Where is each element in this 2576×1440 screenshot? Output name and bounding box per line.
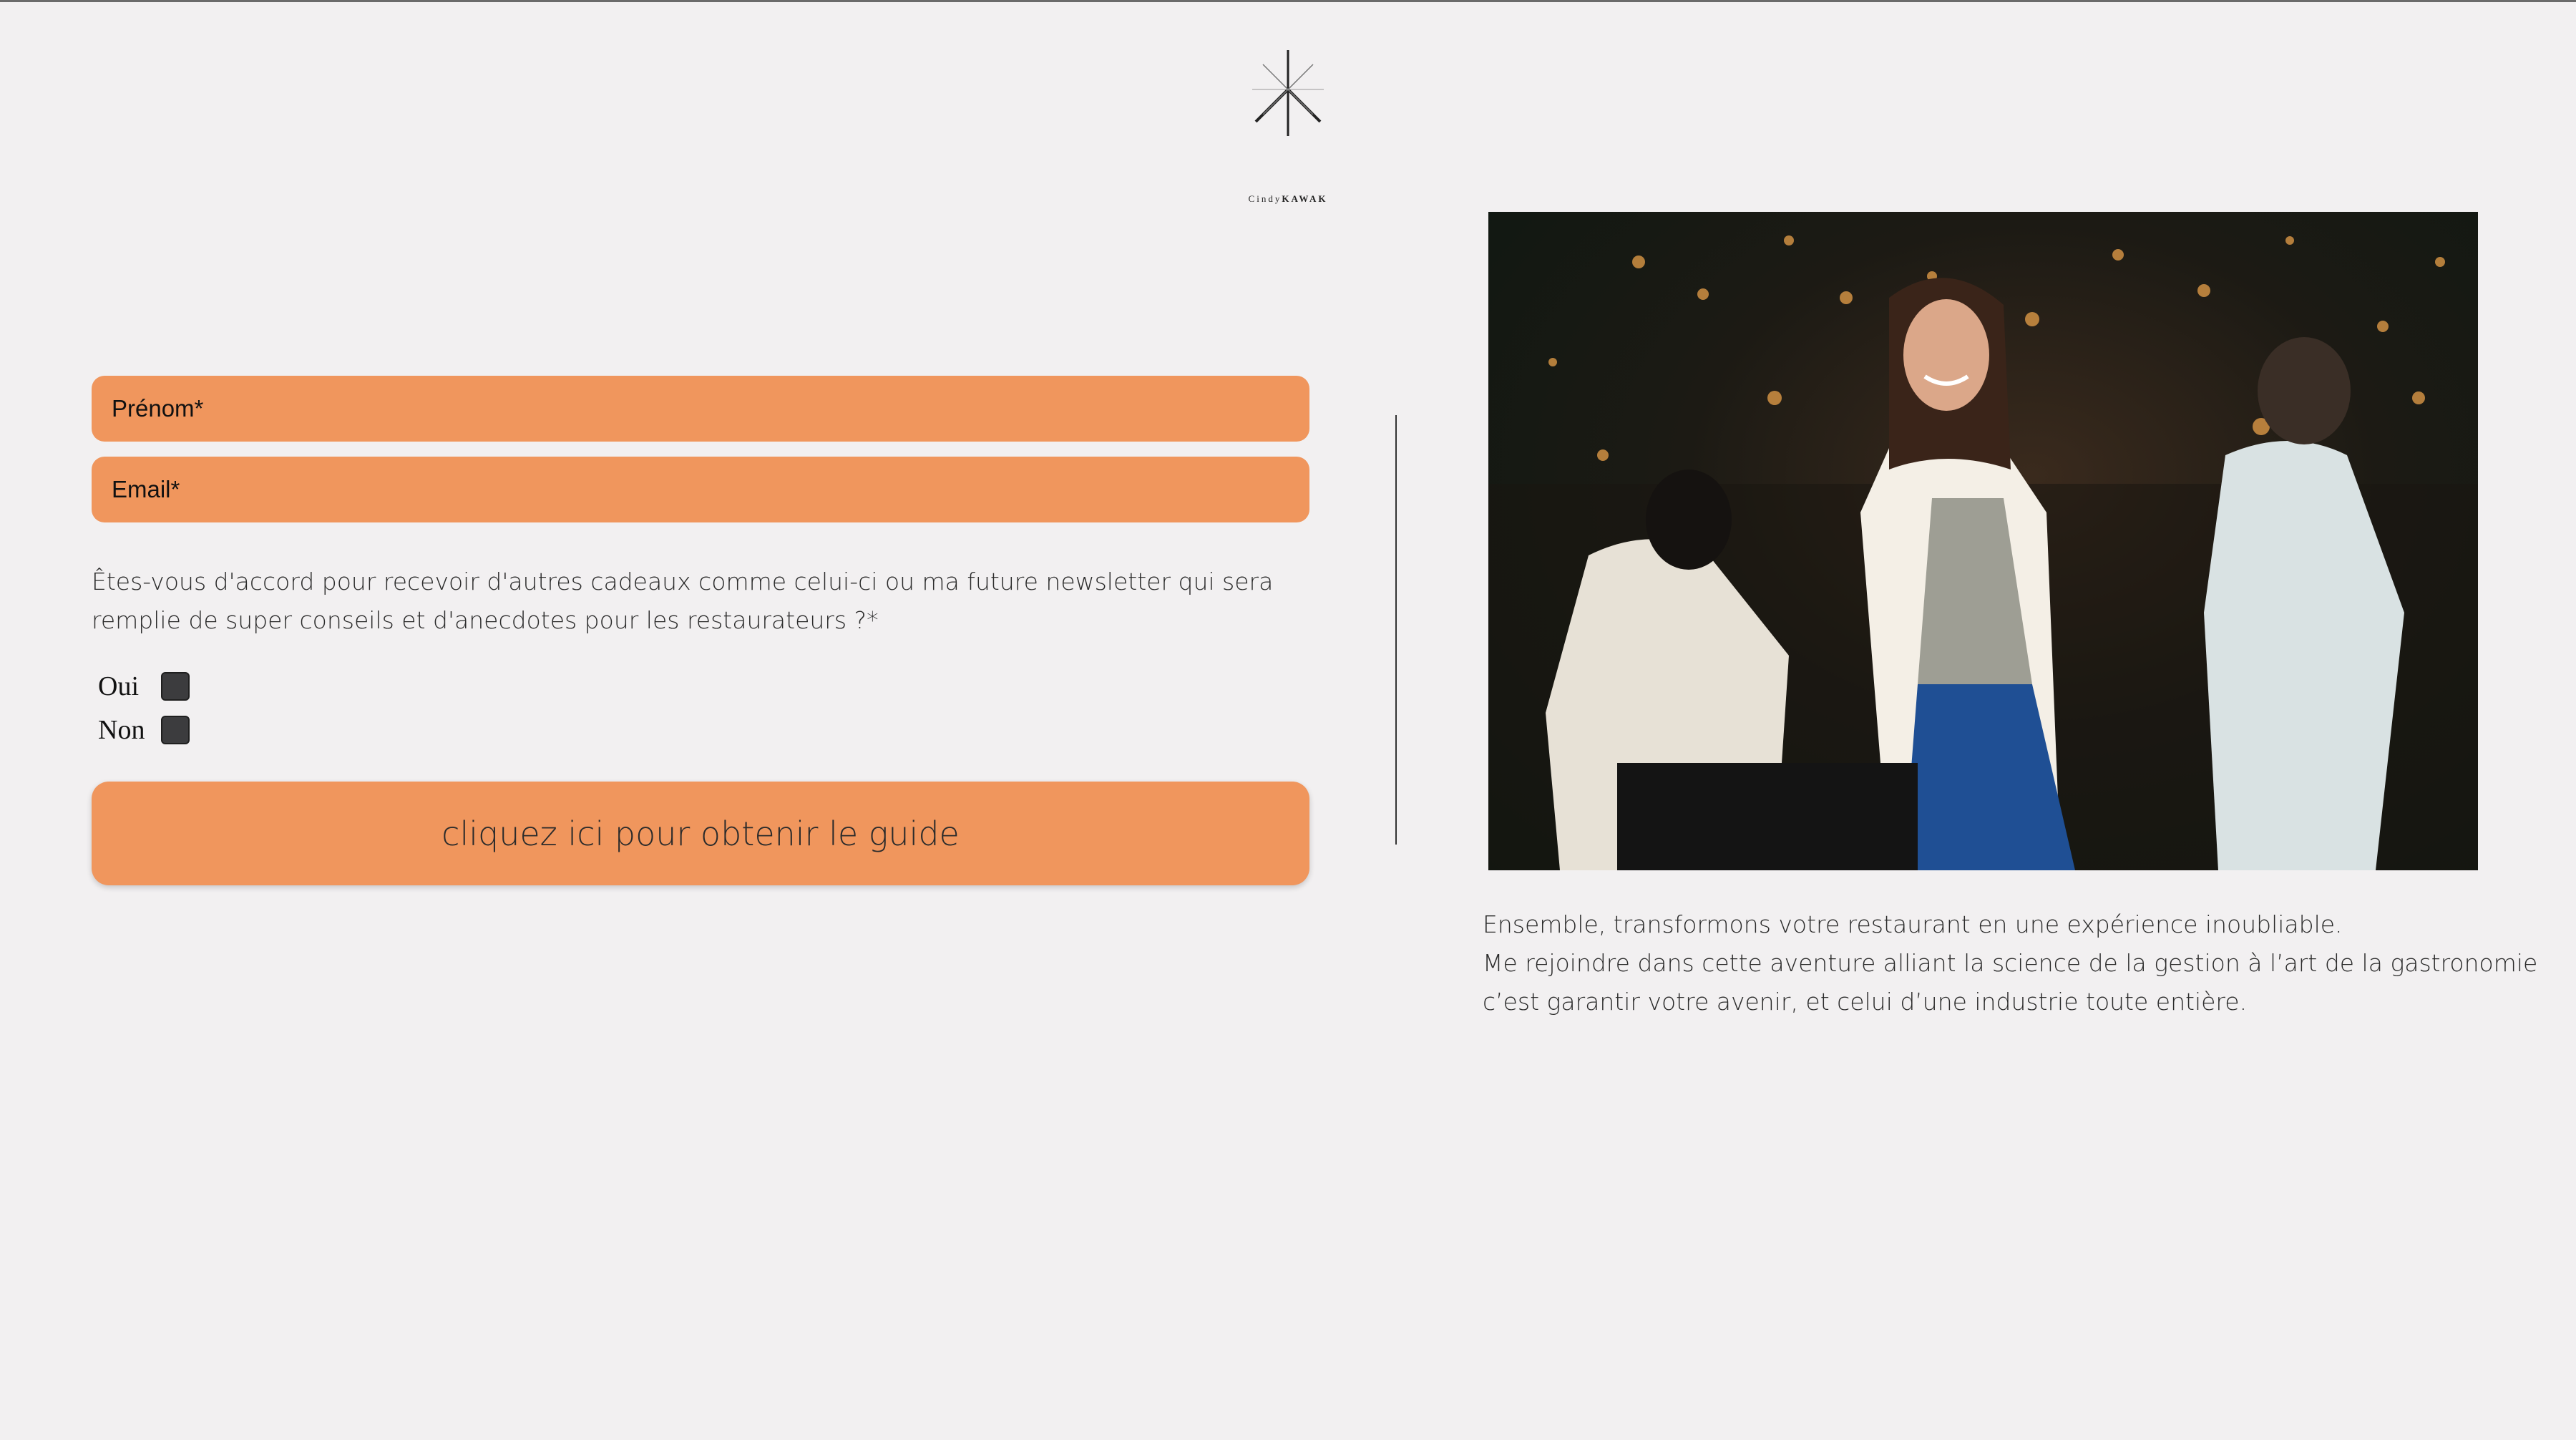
vertical-divider	[1395, 415, 1397, 845]
get-guide-button[interactable]: cliquez ici pour obtenir le guide	[92, 782, 1309, 885]
option-non-label: Non	[98, 715, 145, 745]
option-non-checkbox[interactable]	[161, 716, 190, 744]
email-field[interactable]	[92, 457, 1309, 522]
asterisk-star-logo-icon	[1252, 50, 1324, 136]
caption-line-3: c’est garantir votre avenir, et celui d’…	[1483, 988, 2248, 1016]
brand-first-name: Cindy	[1248, 193, 1282, 204]
option-oui-checkbox[interactable]	[161, 672, 190, 701]
brand-last-name: KAWAK	[1282, 193, 1328, 204]
email-input[interactable]	[92, 457, 1309, 522]
mission-caption: Ensemble, transformons votre restaurant …	[1483, 905, 2538, 1021]
consent-question: Êtes-vous d'accord pour recevoir d'autre…	[92, 568, 1274, 634]
option-oui[interactable]: Oui	[98, 669, 190, 704]
brand-logo[interactable]: CindyKAWAK	[1231, 50, 1345, 204]
caption-line-1: Ensemble, transformons votre restaurant …	[1483, 910, 2343, 938]
firstname-input[interactable]	[92, 376, 1309, 442]
hero-photo	[1488, 212, 2478, 870]
top-border	[0, 0, 2576, 2]
caption-line-2: Me rejoindre dans cette aventure alliant…	[1483, 949, 2538, 977]
option-non[interactable]: Non	[98, 713, 190, 747]
brand-wordmark: CindyKAWAK	[1231, 193, 1345, 205]
firstname-field[interactable]	[92, 376, 1309, 442]
option-oui-label: Oui	[98, 671, 139, 701]
